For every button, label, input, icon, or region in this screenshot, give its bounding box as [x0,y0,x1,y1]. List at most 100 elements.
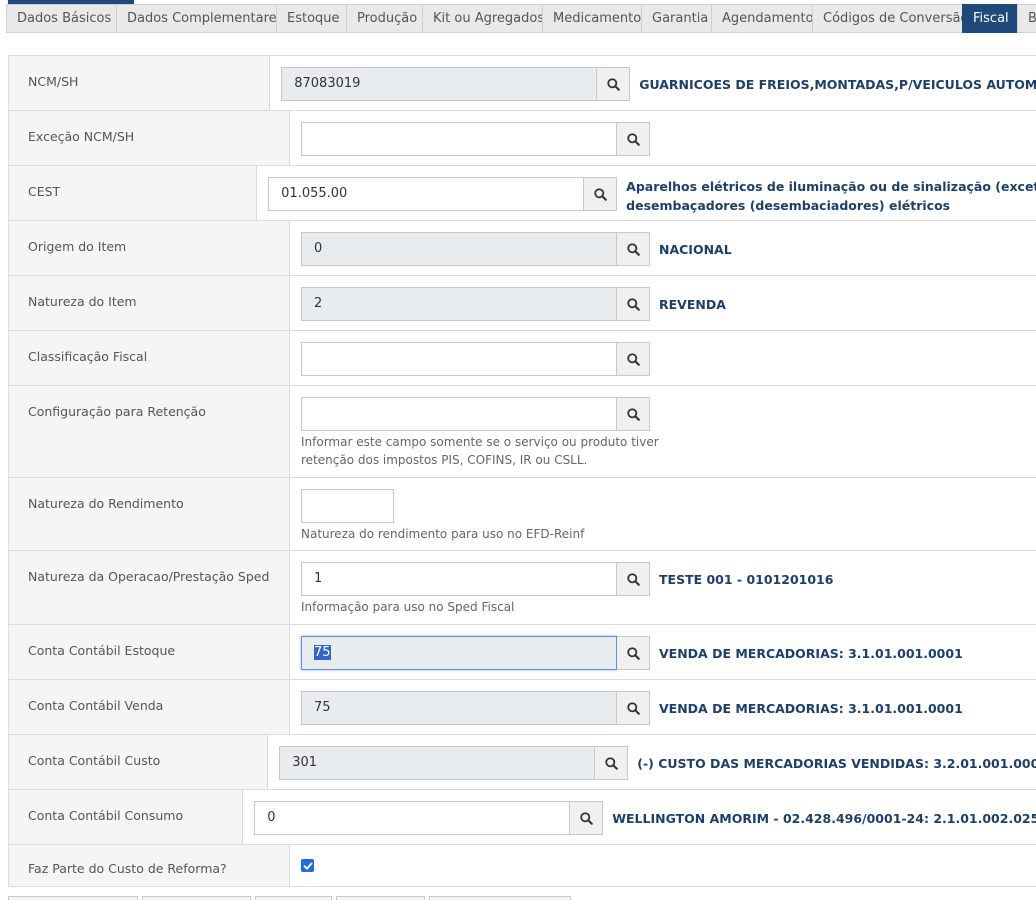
conta-estoque-selected-text: 75 [314,645,331,660]
row-custo-reforma: Faz Parte do Custo de Reforma? [8,845,1036,887]
conta-estoque-description: VENDA DE MERCADORIAS: 3.1.01.001.0001 [659,646,963,661]
row-natureza-rendimento: Natureza do Rendimento Natureza do rendi… [8,478,1036,551]
row-natureza-operacao: Natureza da Operacao/Prestação Sped 1 TE… [8,551,1036,625]
tab-codigos-conversao[interactable]: Códigos de Conversão [812,4,968,33]
search-icon [626,701,640,715]
cest-input[interactable]: 01.055.00 [268,177,585,211]
row-classificacao-fiscal: Classificação Fiscal [8,331,1036,386]
conta-estoque-search-button[interactable] [617,636,650,670]
natureza-item-input[interactable]: 2 [301,287,617,321]
configuracao-retencao-help: Informar este campo somente se o serviço… [301,433,1036,469]
search-icon [626,132,640,146]
tab-dados-basicos[interactable]: Dados Básicos [6,4,116,33]
tab-bar: Dados Básicos Dados Complementares Estoq… [6,4,1036,33]
conta-custo-label: Conta Contábil Custo [9,735,269,789]
cest-description: Aparelhos elétricos de iluminação ou de … [626,177,1036,215]
natureza-operacao-label: Natureza da Operacao/Prestação Sped [9,551,290,624]
conta-custo-search-button[interactable] [595,746,629,780]
conta-custo-description: (-) CUSTO DAS MERCADORIAS VENDIDAS: 3.2.… [637,756,1036,771]
search-icon [593,187,607,201]
tab-dados-complementares[interactable]: Dados Complementares [116,4,283,33]
ncm-label: NCM/SH [9,56,271,110]
natureza-operacao-search-button[interactable] [617,562,650,596]
conta-venda-description: VENDA DE MERCADORIAS: 3.1.01.001.0001 [659,701,963,716]
classificacao-fiscal-search-button[interactable] [617,342,650,376]
tab-b[interactable]: B [1017,4,1036,33]
tab-agendamento[interactable]: Agendamento [711,4,814,33]
classificacao-fiscal-input[interactable] [301,342,617,376]
row-ncm: NCM/SH 87083019 GUARNICOES DE FREIOS,MON… [8,56,1036,111]
conta-estoque-input[interactable]: 75 [301,636,617,670]
conta-estoque-label: Conta Contábil Estoque [9,625,290,679]
natureza-operacao-help: Informação para uso no Sped Fiscal [301,600,515,614]
tab-kit-agregados[interactable]: Kit ou Agregados [422,4,544,33]
bottom-button-5[interactable] [429,896,571,900]
origem-item-label: Origem do Item [9,221,290,275]
search-icon [580,811,593,825]
conta-venda-search-button[interactable] [617,691,650,725]
row-conta-venda: Conta Contábil Venda 75 VENDA DE MERCADO… [8,680,1036,735]
search-icon [626,352,640,366]
conta-consumo-search-button[interactable] [570,801,604,835]
custo-reforma-label: Faz Parte do Custo de Reforma? [9,845,290,886]
search-icon [626,646,640,660]
conta-custo-input[interactable]: 301 [279,746,596,780]
bottom-action-buttons [8,896,571,900]
origem-item-description: NACIONAL [659,242,732,257]
natureza-item-label: Natureza do Item [9,276,290,330]
natureza-rendimento-input[interactable] [301,489,394,523]
conta-venda-label: Conta Contábil Venda [9,680,290,734]
ncm-input[interactable]: 87083019 [281,67,598,101]
row-origem-item: Origem do Item 0 NACIONAL [8,221,1036,276]
tab-producao[interactable]: Produção [346,4,422,33]
conta-consumo-input[interactable]: 0 [254,801,571,835]
configuracao-retencao-search-button[interactable] [617,397,650,431]
classificacao-fiscal-label: Classificação Fiscal [9,331,290,385]
conta-consumo-label: Conta Contábil Consumo [9,790,244,844]
cest-description-line2: desembaçadores (desembaciadores) elétric… [626,198,951,213]
excecao-ncm-input[interactable] [301,122,617,156]
row-conta-custo: Conta Contábil Custo 301 (-) CUSTO DAS M… [8,735,1036,790]
cest-description-line1: Aparelhos elétricos de iluminação ou de … [626,179,1036,194]
check-icon [303,862,313,869]
search-icon [626,572,640,586]
bottom-button-1[interactable] [8,896,138,900]
custo-reforma-checkbox[interactable] [301,859,314,872]
row-configuracao-retencao: Configuração para Retenção Informar este… [8,386,1036,478]
tab-medicamento[interactable]: Medicamento [542,4,641,33]
search-icon [626,297,640,311]
search-icon [626,407,640,421]
row-conta-consumo: Conta Contábil Consumo 0 WELLINGTON AMOR… [8,790,1036,845]
row-cest: CEST 01.055.00 Aparelhos elétricos de il… [8,166,1036,221]
natureza-operacao-input[interactable]: 1 [301,562,617,596]
configuracao-retencao-input[interactable] [301,397,617,431]
row-conta-estoque: Conta Contábil Estoque 75 VENDA DE MERCA… [8,625,1036,680]
origem-item-input[interactable]: 0 [301,232,617,266]
bottom-button-4[interactable] [336,896,425,900]
cest-search-button[interactable] [584,177,618,211]
search-icon [626,242,640,256]
excecao-ncm-search-button[interactable] [617,122,650,156]
row-natureza-item: Natureza do Item 2 REVENDA [8,276,1036,331]
conta-consumo-description: WELLINGTON AMORIM - 02.428.496/0001-24: … [612,811,1036,826]
excecao-ncm-label: Exceção NCM/SH [9,111,290,165]
bottom-button-2[interactable] [142,896,251,900]
tab-garantia[interactable]: Garantia [641,4,711,33]
configuracao-retencao-label: Configuração para Retenção [9,386,290,477]
fiscal-form: NCM/SH 87083019 GUARNICOES DE FREIOS,MON… [8,55,1036,887]
tab-fiscal[interactable]: Fiscal [962,4,1017,33]
configuracao-retencao-help-line2: retenção dos impostos PIS, COFINS, IR ou… [301,453,588,467]
tab-estoque[interactable]: Estoque [276,4,346,33]
configuracao-retencao-help-line1: Informar este campo somente se o serviço… [301,435,659,449]
natureza-item-description: REVENDA [659,297,726,312]
bottom-button-3[interactable] [255,896,332,900]
natureza-item-search-button[interactable] [617,287,650,321]
cest-label: CEST [9,166,258,220]
conta-venda-input[interactable]: 75 [301,691,617,725]
origem-item-search-button[interactable] [617,232,650,266]
search-icon [605,756,618,770]
ncm-search-button[interactable] [597,67,631,101]
search-icon [607,77,620,91]
ncm-description: GUARNICOES DE FREIOS,MONTADAS,P/VEICULOS… [639,77,1036,92]
natureza-rendimento-help: Natureza do rendimento para uso no EFD-R… [301,527,585,541]
